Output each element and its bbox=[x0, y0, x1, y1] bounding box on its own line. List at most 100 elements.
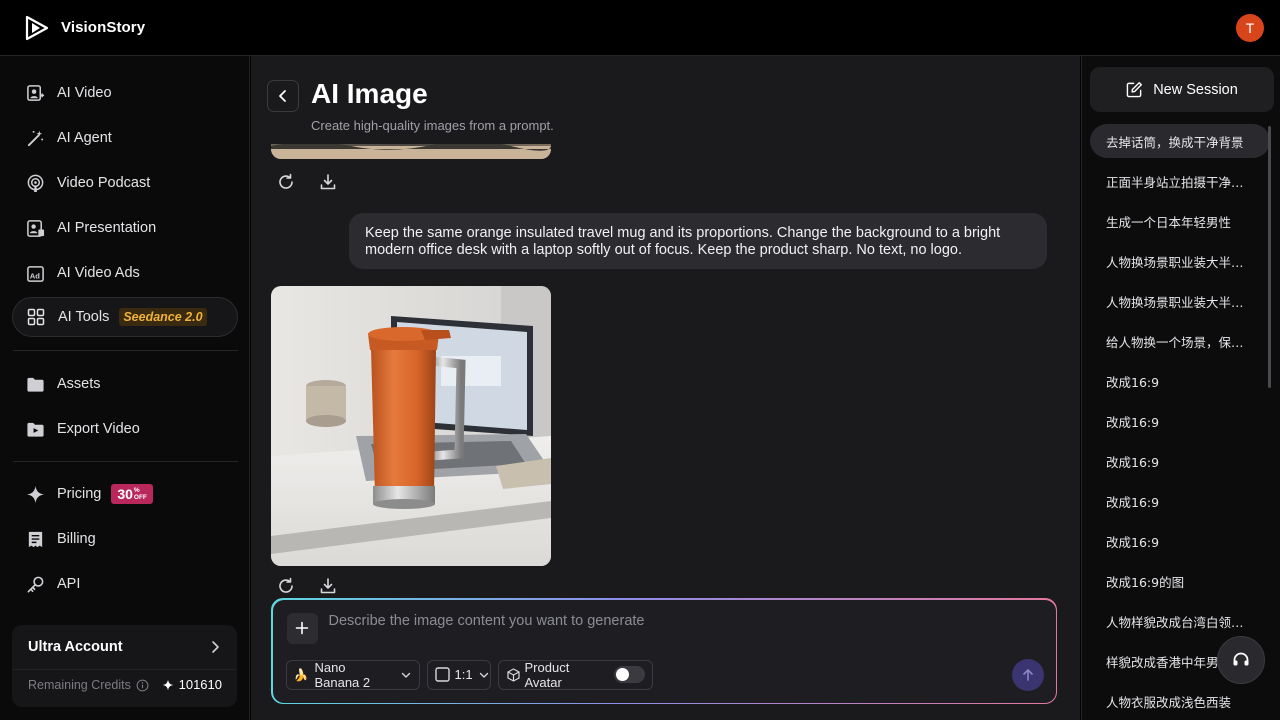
product-avatar-toggle[interactable]: Product Avatar bbox=[497, 659, 653, 690]
sidebar-item-video-podcast[interactable]: Video Podcast bbox=[12, 163, 238, 203]
sidebar-divider bbox=[13, 350, 238, 351]
svg-text:Ad: Ad bbox=[29, 271, 39, 280]
regenerate-button[interactable] bbox=[276, 576, 296, 596]
session-item[interactable]: 改成16:9 bbox=[1090, 404, 1270, 438]
sidebar-item-ai-agent[interactable]: AI Agent bbox=[12, 118, 238, 158]
aspect-ratio-select[interactable]: 1:1 bbox=[426, 659, 491, 690]
sidebar-item-ai-tools[interactable]: AI Tools Seedance 2.0 bbox=[12, 297, 238, 337]
page-title: AI Image bbox=[311, 78, 428, 109]
discount-badge: 30% OFF bbox=[111, 484, 153, 504]
session-item[interactable]: 改成16:9 bbox=[1090, 484, 1270, 518]
podcast-icon bbox=[25, 173, 45, 193]
discount-badge-suffix: % OFF bbox=[133, 487, 147, 501]
sidebar-item-label: AI Video Ads bbox=[57, 265, 140, 281]
headset-icon bbox=[1233, 652, 1249, 666]
chevron-down-icon bbox=[479, 672, 488, 678]
support-button[interactable] bbox=[1217, 636, 1265, 684]
session-item[interactable]: 改成16:9的图 bbox=[1090, 564, 1270, 598]
add-attachment-button[interactable] bbox=[286, 612, 318, 644]
session-item[interactable]: 人物衣服改成浅色西装 bbox=[1090, 684, 1270, 718]
sidebar-item-label: AI Agent bbox=[57, 130, 112, 146]
arrow-up-icon bbox=[1022, 668, 1033, 681]
regenerate-button[interactable] bbox=[276, 172, 296, 192]
top-bar: VisionStory T bbox=[0, 0, 1280, 56]
grid-icon bbox=[26, 307, 46, 327]
sidebar-item-assets[interactable]: Assets bbox=[12, 364, 238, 404]
export-folder-icon bbox=[25, 419, 45, 439]
sessions-scrollbar[interactable] bbox=[1268, 126, 1271, 388]
download-button[interactable] bbox=[318, 576, 338, 596]
product-box-icon bbox=[506, 668, 520, 682]
page-subtitle: Create high-quality images from a prompt… bbox=[311, 118, 554, 133]
refresh-icon bbox=[279, 577, 293, 593]
refresh-icon bbox=[279, 173, 293, 189]
model-select[interactable]: 🍌 Nano Banana 2 bbox=[285, 659, 420, 690]
user-message: Keep the same orange insulated travel mu… bbox=[349, 213, 1047, 269]
sidebar-item-api[interactable]: API bbox=[12, 564, 238, 604]
sidebar-item-ai-presentation[interactable]: AI Presentation bbox=[12, 208, 238, 248]
credits-label: Remaining Credits bbox=[28, 678, 149, 692]
sessions-panel: New Session 去掉话筒，换成干净背景 正面半身站立拍摄干净背景 生成一… bbox=[1081, 56, 1280, 720]
ad-icon: Ad bbox=[25, 263, 45, 283]
app-logo[interactable]: VisionStory bbox=[24, 15, 145, 41]
main-content: AI Image Create high-quality images from… bbox=[251, 56, 1080, 720]
sidebar-item-label: API bbox=[57, 576, 81, 592]
sidebar-item-export-video[interactable]: Export Video bbox=[12, 409, 238, 449]
sidebar-item-pricing[interactable]: Pricing 30% OFF bbox=[12, 474, 238, 514]
prompt-box: 🍌 Nano Banana 2 1:1 Product Avatar bbox=[271, 598, 1057, 704]
session-item[interactable]: 正面半身站立拍摄干净背景 bbox=[1090, 164, 1270, 198]
banana-icon: 🍌 bbox=[293, 667, 309, 682]
session-item[interactable]: 改成16:9 bbox=[1090, 524, 1270, 558]
sidebar-item-label: Billing bbox=[57, 531, 96, 547]
account-card[interactable]: Ultra Account Remaining Credits 101610 bbox=[12, 625, 237, 707]
back-button[interactable] bbox=[267, 80, 299, 112]
generated-image[interactable] bbox=[271, 286, 551, 566]
session-item[interactable]: 人物样貌改成台湾白领，保持 bbox=[1090, 604, 1270, 638]
session-item[interactable]: 人物换场景职业装大半身照 bbox=[1090, 244, 1270, 278]
sidebar-item-label: Assets bbox=[57, 376, 101, 392]
session-item[interactable]: 改成16:9 bbox=[1090, 444, 1270, 478]
receipt-icon bbox=[25, 529, 45, 549]
square-ratio-icon bbox=[434, 667, 450, 682]
chevron-left-icon bbox=[279, 90, 286, 102]
seedance-badge: Seedance 2.0 bbox=[119, 308, 207, 326]
plus-icon bbox=[295, 621, 309, 635]
sidebar-item-billing[interactable]: Billing bbox=[12, 519, 238, 559]
session-item[interactable]: 去掉话筒，换成干净背景 bbox=[1090, 124, 1270, 158]
sidebar-item-label: AI Tools bbox=[58, 309, 110, 325]
sidebar-item-label: AI Video bbox=[57, 85, 112, 101]
edit-icon bbox=[1126, 81, 1143, 98]
session-item[interactable]: 生成一个日本年轻男性 bbox=[1090, 204, 1270, 238]
user-avatar[interactable]: T bbox=[1236, 14, 1264, 42]
session-item[interactable]: 给人物换一个场景，保持人物 bbox=[1090, 324, 1270, 358]
sidebar-item-ai-video-ads[interactable]: Ad AI Video Ads bbox=[12, 253, 238, 293]
sidebar-item-ai-video[interactable]: AI Video bbox=[12, 73, 238, 113]
new-session-button[interactable]: New Session bbox=[1090, 67, 1274, 112]
chevron-right-icon bbox=[212, 641, 219, 653]
person-video-icon bbox=[25, 83, 45, 103]
info-icon[interactable] bbox=[136, 679, 149, 692]
credits-value: 101610 bbox=[162, 677, 222, 692]
magic-wand-icon bbox=[25, 128, 45, 148]
session-item[interactable]: 人物换场景职业装大半身照 bbox=[1090, 284, 1270, 318]
generated-image-actions bbox=[276, 576, 338, 596]
sidebar-item-label: Pricing bbox=[57, 486, 102, 502]
sidebar-item-label: Export Video bbox=[57, 421, 140, 437]
session-item[interactable]: 改成16:9 bbox=[1090, 364, 1270, 398]
sidebar-item-label: AI Presentation bbox=[57, 220, 157, 236]
credit-sparkle-icon bbox=[162, 679, 174, 690]
download-icon bbox=[320, 578, 336, 594]
sparkle-icon bbox=[25, 484, 45, 504]
logo-icon bbox=[25, 15, 49, 40]
product-avatar-switch[interactable] bbox=[613, 666, 645, 683]
account-divider bbox=[12, 669, 237, 670]
account-title: Ultra Account bbox=[28, 639, 123, 655]
chevron-down-icon bbox=[401, 672, 410, 678]
download-icon bbox=[320, 174, 336, 190]
prompt-input[interactable] bbox=[328, 612, 1019, 629]
sidebar: AI Video AI Agent Video Podcast AI Prese… bbox=[0, 56, 250, 720]
download-button[interactable] bbox=[318, 172, 338, 192]
send-button[interactable] bbox=[1011, 658, 1044, 691]
presentation-icon bbox=[25, 218, 45, 238]
prompt-box-inner: 🍌 Nano Banana 2 1:1 Product Avatar bbox=[272, 599, 1056, 703]
